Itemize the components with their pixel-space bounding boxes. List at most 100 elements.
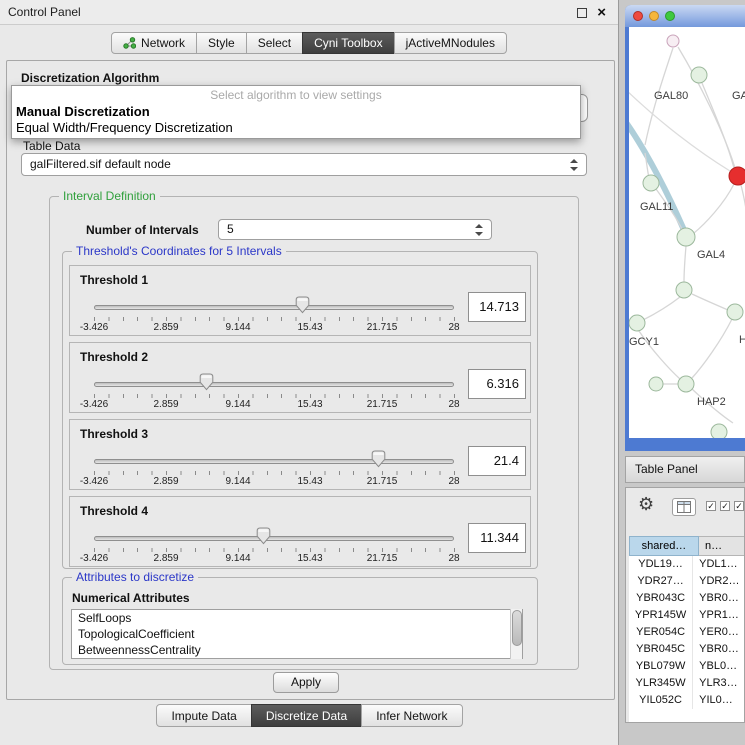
top-tabbar: Network Style Select Cyni Toolbox jActiv… [0, 32, 618, 54]
column-checkboxes: ✓ ✓ ✓ [706, 501, 744, 511]
slider-ticks [94, 317, 455, 321]
slider-track[interactable] [94, 382, 454, 387]
network-node[interactable] [676, 282, 692, 298]
tick-label: 15.43 [297, 322, 322, 333]
algorithm-dropdown-popup: Select algorithm to view settings Manual… [11, 85, 581, 139]
cell-name: YPR1… [693, 607, 744, 624]
table-row[interactable]: YDL19… YDL1… [629, 556, 744, 573]
tab-network[interactable]: Network [111, 32, 197, 54]
network-node-label: GAL11 [640, 201, 673, 213]
tick-label: 2.859 [153, 322, 178, 333]
threshold-3-slider[interactable]: -3.4262.8599.14415.4321.71528 [94, 450, 454, 490]
gear-icon[interactable]: ⚙ [638, 494, 654, 515]
table-row[interactable]: YDR27… YDR2… [629, 573, 744, 590]
slider-track[interactable] [94, 305, 454, 310]
network-node[interactable] [678, 376, 694, 392]
tick-label: 9.144 [225, 399, 250, 410]
network-node[interactable] [711, 424, 727, 438]
algorithm-option-equal-width[interactable]: Equal Width/Frequency Discretization [16, 120, 233, 135]
threshold-4-value-field[interactable]: 11.344 [468, 523, 526, 553]
number-of-intervals-combobox[interactable]: 5 [218, 219, 492, 240]
tab-style[interactable]: Style [196, 32, 247, 54]
network-graph[interactable]: GAL80GAGAL11GAL4GCY1HHAP2 [629, 27, 745, 438]
attribute-item[interactable]: BetweennessCentrality [72, 642, 522, 658]
tick-label: 21.715 [367, 476, 398, 487]
tick-label: -3.426 [80, 322, 108, 333]
network-canvas[interactable]: GAL80GAGAL11GAL4GCY1HHAP2 [629, 27, 745, 438]
slider-track[interactable] [94, 459, 454, 464]
scrollbar-thumb[interactable] [512, 610, 522, 646]
tick-label: -3.426 [80, 399, 108, 410]
slider-track[interactable] [94, 536, 454, 541]
attribute-item[interactable]: TopologicalCoefficient [72, 626, 522, 642]
attributes-scrollbar[interactable] [510, 609, 522, 659]
tab-select[interactable]: Select [246, 32, 303, 54]
threshold-1-value-field[interactable]: 14.713 [468, 292, 526, 322]
table-row[interactable]: YPR145W YPR1… [629, 607, 744, 624]
network-node[interactable] [643, 175, 659, 191]
tab-impute-data[interactable]: Impute Data [156, 704, 251, 727]
close-traffic-light-icon[interactable] [633, 11, 643, 21]
tick-label: 28 [448, 553, 459, 564]
tab-infer-network[interactable]: Infer Network [361, 704, 462, 727]
apply-button[interactable]: Apply [273, 672, 339, 693]
float-window-icon[interactable] [577, 8, 587, 18]
threshold-1-slider[interactable]: -3.4262.8599.14415.4321.71528 [94, 296, 454, 336]
threshold-4-slider-thumb[interactable] [256, 527, 271, 545]
tab-cyni-toolbox[interactable]: Cyni Toolbox [302, 32, 394, 54]
table-row[interactable]: YLR345W YLR3… [629, 675, 744, 692]
close-icon[interactable]: × [597, 5, 606, 20]
table-row[interactable]: YBL079W YBL0… [629, 658, 744, 675]
threshold-2-value-field[interactable]: 6.316 [468, 369, 526, 399]
table-data-label: Table Data [23, 139, 80, 153]
network-node-label: GCY1 [629, 336, 659, 348]
checkbox-icon[interactable]: ✓ [734, 501, 744, 511]
attribute-item[interactable]: SelfLoops [72, 610, 522, 626]
threshold-4-slider[interactable]: -3.4262.8599.14415.4321.71528 [94, 527, 454, 567]
table-row[interactable]: YIL052C YIL0… [629, 692, 744, 709]
slider-tick-labels: -3.4262.8599.14415.4321.71528 [94, 476, 454, 488]
attributes-list[interactable]: SelfLoopsTopologicalCoefficientBetweenne… [71, 609, 523, 659]
threshold-2-slider-thumb[interactable] [199, 373, 214, 391]
tab-jactivemnodules[interactable]: jActiveMNodules [394, 32, 507, 54]
network-node[interactable] [667, 35, 679, 47]
threshold-2-slider[interactable]: -3.4262.8599.14415.4321.71528 [94, 373, 454, 413]
table-panel-window: ⚙ ✓ ✓ ✓ shared… n… YDL19… YDL1… [625, 487, 745, 723]
table-data-combobox[interactable]: galFiltered.sif default node [21, 153, 587, 176]
threshold-1-slider-thumb[interactable] [295, 296, 310, 314]
tab-discretize-data[interactable]: Discretize Data [251, 704, 362, 727]
network-node[interactable] [727, 304, 743, 320]
table-row[interactable]: YER054C YER0… [629, 624, 744, 641]
tick-label: 9.144 [225, 476, 250, 487]
columns-icon [677, 501, 691, 513]
bottom-tabbar: Impute Data Discretize Data Infer Networ… [0, 704, 619, 727]
network-node[interactable] [691, 67, 707, 83]
algorithm-option-manual[interactable]: Manual Discretization [16, 104, 150, 119]
threshold-3-value-field[interactable]: 21.4 [468, 446, 526, 476]
network-node[interactable] [729, 167, 745, 185]
column-settings-button[interactable] [672, 498, 696, 516]
zoom-traffic-light-icon[interactable] [665, 11, 675, 21]
cell-shared-name: YDL19… [629, 556, 693, 573]
threshold-2-panel: Threshold 2 -3.4262.8599.14415.4321.7152… [69, 342, 531, 413]
table-row[interactable]: YBR045C YBR0… [629, 641, 744, 658]
thresholds-group: Threshold's Coordinates for 5 Intervals … [62, 251, 538, 569]
network-node[interactable] [629, 315, 645, 331]
network-node[interactable] [677, 228, 695, 246]
checkbox-icon[interactable]: ✓ [720, 501, 730, 511]
tick-label: 9.144 [225, 322, 250, 333]
minimize-traffic-light-icon[interactable] [649, 11, 659, 21]
cell-name: YIL0… [693, 692, 744, 709]
window-controls: × [577, 0, 606, 25]
cell-shared-name: YBR043C [629, 590, 693, 607]
network-node[interactable] [649, 377, 663, 391]
table-rows: YDL19… YDL1… YDR27… YDR2… YBR043C YBR0… [629, 556, 744, 722]
tick-label: 15.43 [297, 476, 322, 487]
table-row[interactable]: YBR043C YBR0… [629, 590, 744, 607]
column-header-name[interactable]: n… [699, 536, 745, 556]
threshold-3-slider-thumb[interactable] [371, 450, 386, 468]
column-header-shared-name[interactable]: shared… [629, 536, 699, 556]
tick-label: 2.859 [153, 399, 178, 410]
combo-arrows-icon [475, 224, 484, 236]
checkbox-icon[interactable]: ✓ [706, 501, 716, 511]
